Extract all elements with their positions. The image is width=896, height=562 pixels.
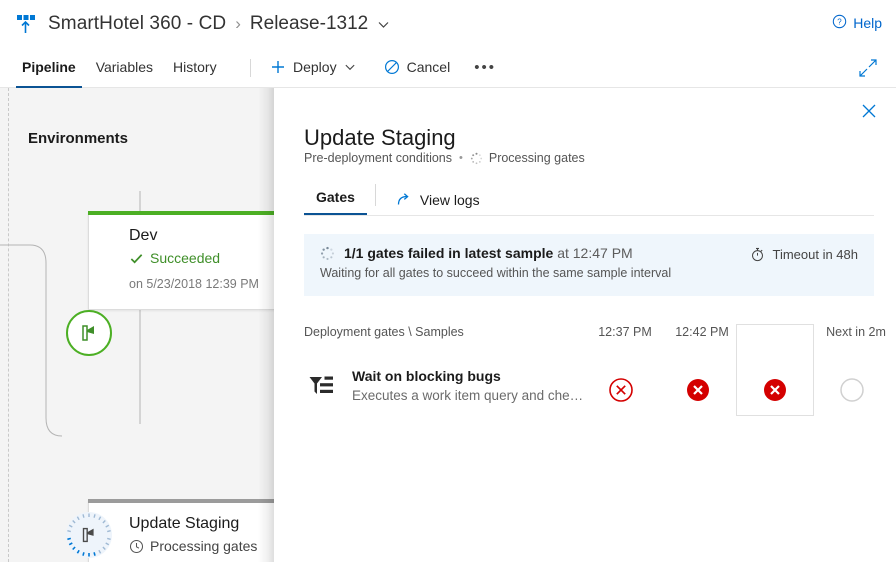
banner-timeout: Timeout in 48h [750,247,858,262]
environments-canvas: Environments Dev Succeeded on 5/23/2018 … [0,88,280,562]
help-circle-icon: ? [832,14,853,32]
deploy-rocket-icon [78,524,100,546]
gates-status-banner: 1/1 gates failed in latest sample at 12:… [304,234,874,296]
card-status-stripe [88,499,280,503]
gate-result-failed-outline[interactable] [582,368,660,412]
close-icon[interactable] [856,98,882,124]
sample-column-header[interactable]: 12:37 PM [586,325,664,339]
environment-status-label: Succeeded [150,250,220,266]
release-pipeline-page: SmartHotel 360 - CD › Release-1312 ? Hel… [0,0,896,562]
top-header: SmartHotel 360 - CD › Release-1312 ? Hel… [0,0,896,46]
spinner-icon [470,152,483,165]
tab-history[interactable]: History [163,46,227,88]
banner-headline-time: at 12:47 PM [553,245,632,261]
environment-status-label: Processing gates [150,538,257,554]
ellipsis-icon[interactable]: ••• [468,46,502,88]
tab-gates[interactable]: Gates [304,184,367,215]
breadcrumb-separator: › [235,14,241,34]
banner-timeout-label: Timeout in 48h [772,247,858,262]
page-tabs: Pipeline Variables History [12,46,227,88]
panel-shadow [258,88,274,562]
panel-tabs: Gates View logs [304,184,874,216]
filter-query-icon [308,373,338,403]
spinner-icon [320,246,335,261]
deploy-rocket-icon [77,321,101,345]
help-button[interactable]: ? Help [832,14,882,32]
banner-headline-bold: 1/1 gates failed in latest sample [344,245,553,261]
command-bar: Pipeline Variables History Deploy [0,46,896,88]
table-row[interactable]: Wait on blocking bugs Executes a work it… [304,368,874,414]
chevron-down-icon[interactable] [344,61,356,73]
tab-variables[interactable]: Variables [86,46,163,88]
gate-result-failed-current[interactable] [736,368,814,412]
gate-result-failed[interactable] [659,368,737,412]
svg-text:?: ? [837,18,842,27]
table-row-header-label: Deployment gates \ Samples [304,325,464,339]
deploy-label: Deploy [293,59,337,75]
panel-subtitle-status: Processing gates [489,151,585,165]
panel-subtitle: Pre-deployment conditions • Processing g… [304,151,585,165]
toolbar-divider [250,59,251,77]
tab-pipeline[interactable]: Pipeline [12,46,86,88]
gate-name: Wait on blocking bugs [352,368,501,384]
tab-view-logs-label: View logs [420,187,480,213]
checkmark-icon [129,251,144,266]
deploy-button[interactable]: Deploy [262,46,364,88]
help-label: Help [853,15,882,31]
panel-subtitle-dot: • [459,152,463,164]
breadcrumb-project[interactable]: SmartHotel 360 - CD [48,13,226,35]
clock-icon [129,539,144,554]
environment-card-dev[interactable]: Dev Succeeded on 5/23/2018 12:39 PM [88,212,280,310]
sample-column-header-next: Next in 2m [817,325,895,339]
environment-badge-update-staging[interactable] [66,512,112,558]
panel-subtitle-prefix: Pre-deployment conditions [304,151,452,165]
plus-icon [270,59,286,75]
environment-card-update-staging[interactable]: Update Staging Processing gates 1/1 gate… [88,500,280,562]
card-status-stripe [88,211,280,215]
breadcrumb: SmartHotel 360 - CD › Release-1312 [12,8,390,40]
gate-result-pending [813,368,891,412]
banner-headline: 1/1 gates failed in latest sample at 12:… [344,245,633,261]
sample-column-header[interactable]: 12:42 PM [663,325,741,339]
tab-view-logs[interactable]: View logs [384,184,492,215]
open-external-icon [396,192,412,208]
gate-description: Executes a work item query and che… [352,388,583,403]
cancel-label: Cancel [407,59,451,75]
panel-title: Update Staging [304,125,456,151]
environment-badge-dev[interactable] [66,310,112,356]
fullscreen-expand-icon[interactable] [858,58,878,78]
panel-tab-divider [375,184,376,206]
pipeline-connectors [0,88,280,562]
chevron-down-icon[interactable] [377,18,390,31]
release-pipeline-icon [12,11,38,37]
block-circle-icon [384,59,400,75]
toolbar-actions: Deploy Cancel ••• [262,46,502,88]
cancel-button[interactable]: Cancel [376,46,459,88]
breadcrumb-release[interactable]: Release-1312 [250,13,368,35]
banner-subtext: Waiting for all gates to succeed within … [320,266,858,280]
stopwatch-icon [750,247,765,262]
